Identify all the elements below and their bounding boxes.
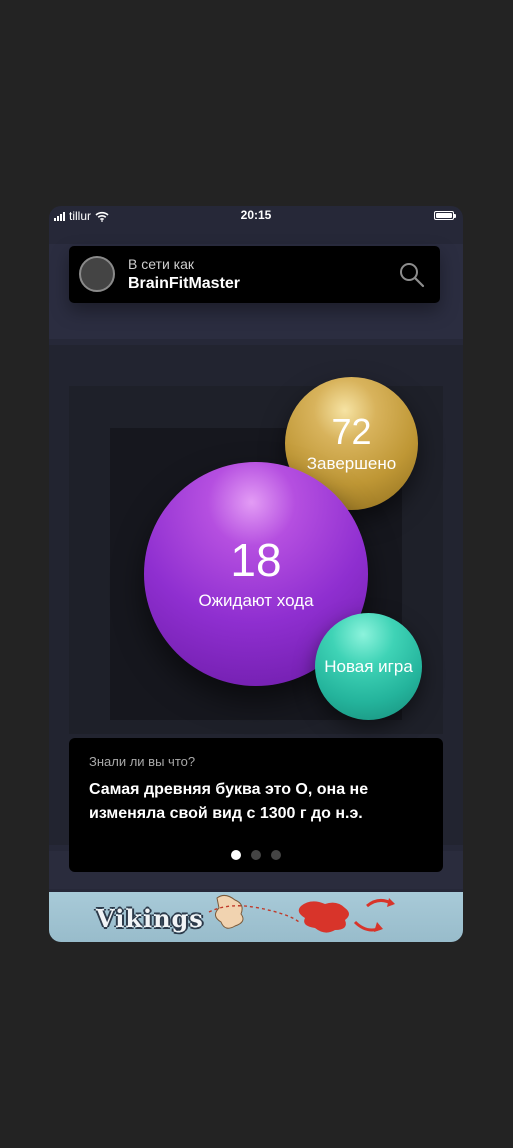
waiting-count: 18	[230, 534, 282, 586]
status-time: 20:15	[240, 208, 272, 222]
avatar[interactable]	[79, 256, 115, 292]
page-dot-1[interactable]	[231, 850, 241, 860]
fact-text: Самая древняя буква это О, она не изменя…	[89, 781, 369, 822]
completed-count: 72	[331, 410, 372, 452]
fact-title: Знали ли вы что?	[89, 754, 196, 769]
search-icon[interactable]	[398, 261, 426, 289]
new-game-button[interactable]: Новая игра	[315, 613, 422, 720]
username: BrainFitMaster	[128, 275, 241, 292]
page-dot-2[interactable]	[251, 850, 261, 860]
completed-label: Завершено	[306, 453, 397, 473]
page-dot-3[interactable]	[271, 850, 281, 860]
user-header: В сети как BrainFitMaster	[69, 246, 440, 303]
ad-banner[interactable]: Vikings	[49, 892, 463, 942]
phone-screen: tillur 20:15 В сети как BrainFitMaster 7…	[49, 206, 463, 942]
online-label: В сети как	[128, 256, 195, 272]
fact-card[interactable]: Знали ли вы что? Самая древняя буква это…	[69, 738, 443, 872]
pagination-dots	[69, 850, 443, 860]
battery-icon	[434, 211, 456, 220]
map-illustration-icon	[208, 894, 395, 933]
status-bar: tillur 20:15	[49, 206, 463, 226]
waiting-label: Ожидают хода	[198, 591, 314, 610]
new-game-label: Новая игра	[324, 657, 413, 676]
